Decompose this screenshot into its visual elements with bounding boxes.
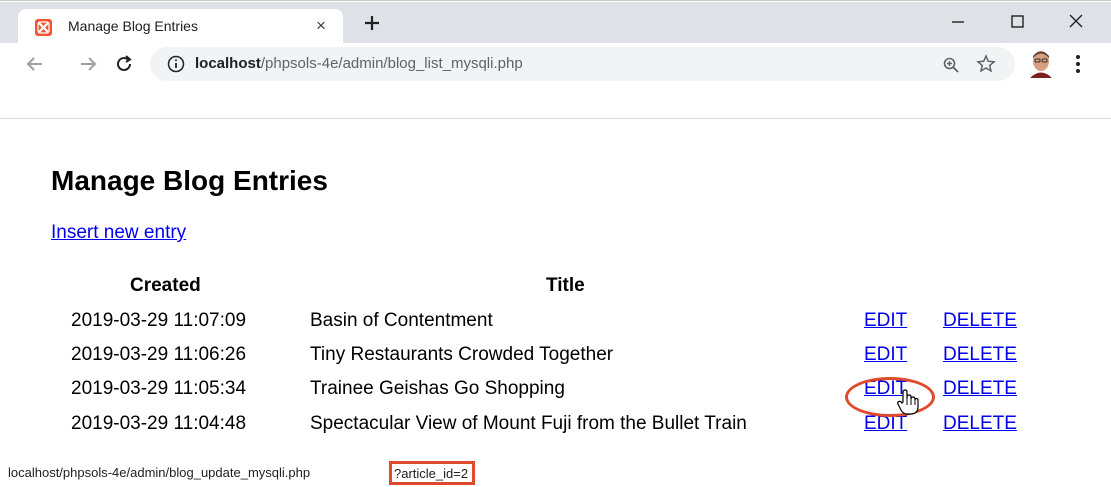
back-icon[interactable] [24,53,46,75]
reload-icon[interactable] [113,53,135,75]
title-cell: Trainee Geishas Go Shopping [310,378,565,399]
forward-icon[interactable] [77,53,99,75]
url-text: localhost/phpsols-4e/admin/blog_list_mys… [195,55,523,72]
delete-link[interactable]: DELETE [943,344,1017,366]
address-bar[interactable]: localhost/phpsols-4e/admin/blog_list_mys… [150,47,1015,81]
created-cell: 2019-03-29 11:05:34 [71,378,247,399]
title-cell: Basin of Contentment [310,310,493,331]
title-cell: Tiny Restaurants Crowded Together [310,344,614,365]
status-query-highlight: ?article_id=2 [389,461,476,485]
plus-icon[interactable] [360,11,384,35]
close-icon[interactable] [1064,12,1088,32]
tab-strip: Manage Blog Entries × [0,2,1111,44]
page-content: Manage Blog Entries Insert new entry Cre… [0,119,1111,459]
minimize-icon[interactable] [946,12,970,32]
xampp-icon [35,19,52,36]
maximize-icon[interactable] [1005,12,1029,32]
highlight-ring [845,377,935,417]
created-cell: 2019-03-29 11:06:26 [71,344,247,365]
status-bar: localhost/phpsols-4e/admin/blog_update_m… [0,459,560,487]
status-url: localhost/phpsols-4e/admin/blog_update_m… [8,465,311,480]
hand-cursor-icon [896,388,920,416]
column-header-title: Title [546,275,585,296]
delete-link[interactable]: DELETE [943,378,1017,400]
url-host: localhost [195,55,261,72]
delete-link[interactable]: DELETE [943,310,1017,332]
tab-title: Manage Blog Entries [68,18,198,34]
avatar[interactable] [1028,50,1054,78]
delete-link[interactable]: DELETE [943,413,1017,435]
column-header-created: Created [130,275,201,296]
zoom-icon[interactable] [942,56,960,74]
star-icon[interactable] [976,54,996,74]
created-cell: 2019-03-29 11:07:09 [71,310,247,331]
edit-link[interactable]: EDIT [864,344,907,366]
url-path: /phpsols-4e/admin/blog_list_mysqli.php [260,55,523,72]
page-title: Manage Blog Entries [51,165,328,196]
browser-toolbar: localhost/phpsols-4e/admin/blog_list_mys… [0,43,1111,85]
menu-icon[interactable] [1075,54,1081,74]
browser-window: Manage Blog Entries × localhost/phpsols-… [0,0,1111,487]
edit-link[interactable]: EDIT [864,310,907,332]
tab-manage-blog-entries[interactable]: Manage Blog Entries × [18,9,343,44]
insert-new-entry-link[interactable]: Insert new entry [51,222,186,244]
title-cell: Spectacular View of Mount Fuji from the … [310,413,747,434]
info-icon[interactable] [167,55,185,73]
tab-close-icon[interactable]: × [311,16,331,36]
created-cell: 2019-03-29 11:04:48 [71,413,247,434]
